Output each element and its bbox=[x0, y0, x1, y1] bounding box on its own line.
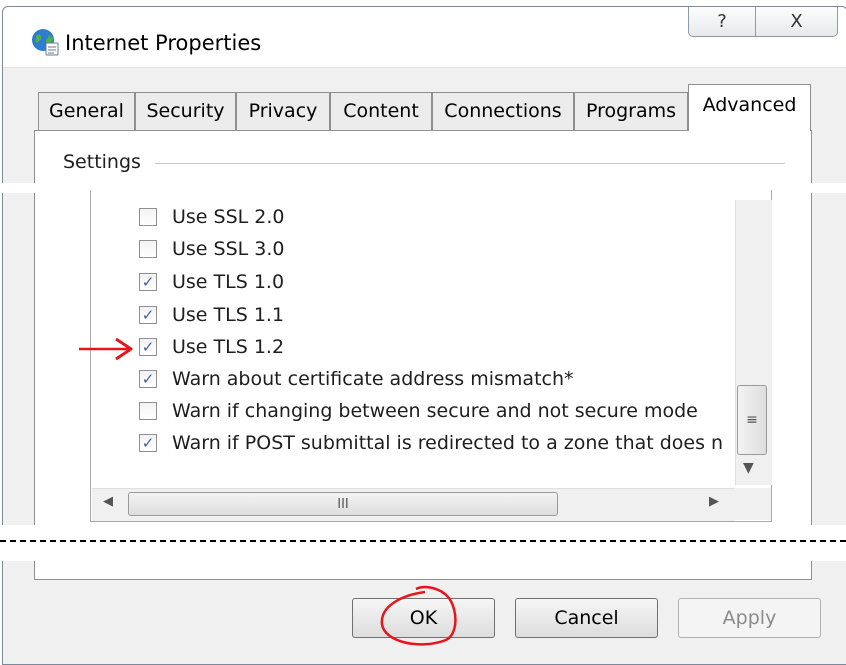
setting-label: Use SSL 3.0 bbox=[172, 238, 285, 260]
grip-icon: III bbox=[337, 496, 349, 512]
help-button[interactable]: ? bbox=[688, 7, 756, 37]
grip-icon: ≡ bbox=[746, 412, 758, 428]
checkbox[interactable] bbox=[139, 240, 157, 258]
title-bar: Internet Properties ? X bbox=[3, 7, 846, 68]
ok-button[interactable]: OK bbox=[352, 598, 495, 638]
checkbox[interactable]: ✓ bbox=[139, 306, 157, 324]
vertical-scroll-thumb[interactable]: ≡ bbox=[737, 385, 767, 455]
setting-label: Warn if changing between secure and not … bbox=[172, 400, 698, 422]
close-icon: X bbox=[790, 11, 803, 32]
tab-advanced[interactable]: Advanced bbox=[688, 84, 811, 131]
scroll-down-arrow-icon[interactable]: ▼ bbox=[743, 460, 754, 476]
checkbox[interactable]: ✓ bbox=[139, 273, 157, 291]
settings-list[interactable]: Use SSL 2.0 Use SSL 3.0 ✓ Use TLS 1.0 ✓ … bbox=[90, 190, 772, 522]
button-label: OK bbox=[409, 607, 438, 629]
scroll-left-arrow-icon[interactable]: ◀ bbox=[103, 494, 113, 509]
window-title: Internet Properties bbox=[65, 31, 262, 55]
setting-use-tls-1-2[interactable]: ✓ Use TLS 1.2 bbox=[139, 332, 284, 362]
tab-programs[interactable]: Programs bbox=[574, 92, 688, 130]
dashed-separator bbox=[0, 540, 846, 542]
setting-use-tls-1-0[interactable]: ✓ Use TLS 1.0 bbox=[139, 267, 284, 297]
setting-warn-secure-mode-change[interactable]: Warn if changing between secure and not … bbox=[139, 396, 698, 426]
tab-label: Privacy bbox=[248, 100, 318, 122]
tab-content[interactable]: Content bbox=[330, 92, 432, 130]
tab-security[interactable]: Security bbox=[135, 92, 236, 130]
tab-label: Security bbox=[146, 100, 225, 122]
setting-label: Use TLS 1.0 bbox=[172, 271, 285, 293]
help-icon: ? bbox=[717, 11, 727, 32]
setting-use-ssl-2[interactable]: Use SSL 2.0 bbox=[139, 202, 285, 232]
close-button[interactable]: X bbox=[756, 7, 838, 37]
setting-label: Use SSL 2.0 bbox=[172, 206, 285, 228]
tab-privacy[interactable]: Privacy bbox=[236, 92, 330, 130]
setting-warn-post-redirect[interactable]: ✓ Warn if POST submittal is redirected t… bbox=[139, 428, 733, 458]
setting-label: Warn if POST submittal is redirected to … bbox=[172, 432, 724, 454]
setting-label: Warn about certificate address mismatch* bbox=[172, 368, 574, 390]
tab-connections[interactable]: Connections bbox=[432, 92, 574, 130]
checkbox[interactable] bbox=[139, 402, 157, 420]
setting-warn-cert-mismatch[interactable]: ✓ Warn about certificate address mismatc… bbox=[139, 364, 574, 394]
checkbox[interactable]: ✓ bbox=[139, 338, 157, 356]
scroll-right-arrow-icon[interactable]: ▶ bbox=[709, 494, 719, 509]
tab-label: Advanced bbox=[702, 94, 797, 116]
settings-divider bbox=[155, 163, 785, 164]
setting-label: Use TLS 1.2 bbox=[172, 336, 285, 358]
button-label: Apply bbox=[722, 607, 777, 629]
setting-use-ssl-3[interactable]: Use SSL 3.0 bbox=[139, 234, 285, 264]
tab-label: Programs bbox=[585, 100, 677, 122]
settings-group-label: Settings bbox=[63, 151, 149, 173]
button-label: Cancel bbox=[554, 607, 619, 629]
setting-label: Use TLS 1.1 bbox=[172, 304, 285, 326]
tab-label: Connections bbox=[444, 100, 562, 122]
tab-general[interactable]: General bbox=[38, 92, 135, 130]
screenshot-cut bbox=[0, 525, 846, 561]
checkbox[interactable]: ✓ bbox=[139, 370, 157, 388]
apply-button[interactable]: Apply bbox=[678, 598, 821, 638]
internet-globe-icon bbox=[32, 29, 59, 56]
horizontal-scroll-thumb[interactable]: III bbox=[128, 492, 558, 516]
checkbox[interactable] bbox=[139, 208, 157, 226]
checkbox[interactable]: ✓ bbox=[139, 434, 157, 452]
scrollbar-corner bbox=[735, 488, 771, 520]
cancel-button[interactable]: Cancel bbox=[515, 598, 658, 638]
tab-label: General bbox=[49, 100, 124, 122]
setting-use-tls-1-1[interactable]: ✓ Use TLS 1.1 bbox=[139, 300, 284, 330]
tab-label: Content bbox=[343, 100, 419, 122]
